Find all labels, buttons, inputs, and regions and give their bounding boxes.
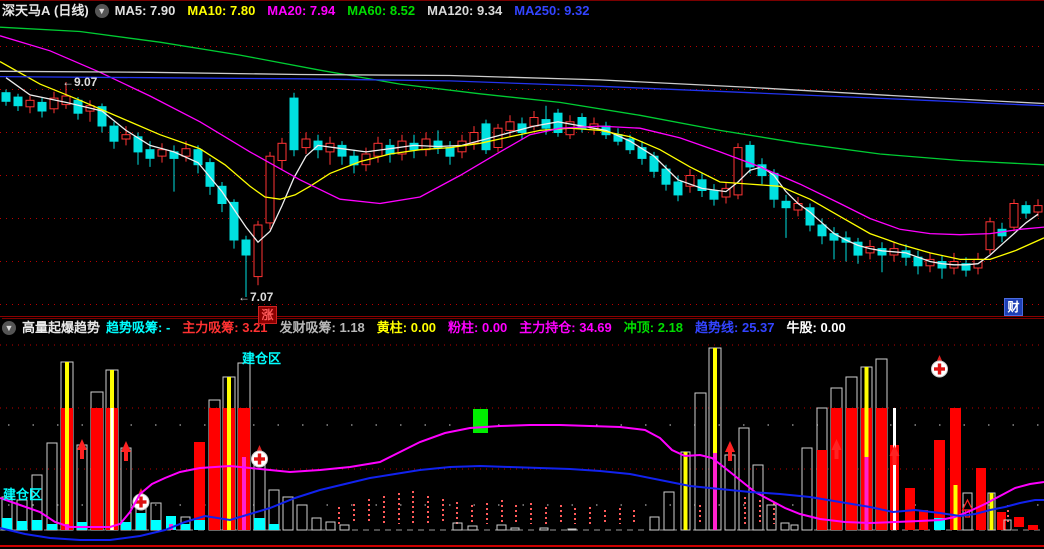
chevron-down-icon[interactable]: ▼	[2, 320, 16, 335]
indicator-field: 主力吸筹: 3.21	[182, 319, 268, 335]
price-label: ←7.07	[238, 290, 274, 304]
indicator-field: 主力持仓: 34.69	[519, 319, 612, 335]
indicator-field: 冲顶: 2.18	[623, 319, 684, 335]
indicator-legend: 趋势吸筹: - 主力吸筹: 3.21 发财吸筹: 1.18 黄柱: 0.00 粉柱: 0…	[106, 319, 858, 337]
indicator-field: 趋势线: 25.37	[695, 319, 775, 335]
indicator-field: 黄柱: 0.00	[376, 319, 437, 335]
indicator-header: ▼ 高量起爆趋势 趋势吸筹: - 主力吸筹: 3.21 发财吸筹: 1.18 黄柱: …	[2, 318, 1044, 336]
indicator-field: 牛股: 0.00	[786, 319, 846, 335]
rise-marker-badge: 涨	[258, 306, 277, 324]
indicator-field: 趋势吸筹: -	[106, 319, 171, 335]
trading-app-window: ←9.07 ←7.07 建仓区 建仓区 深天马А (日线) ▼ MA5: 7.90 M…	[0, 0, 1044, 549]
price-label: ←9.07	[62, 75, 98, 89]
indicator-field: 发财吸筹: 1.18	[279, 319, 365, 335]
indicator-title: 高量起爆趋势	[22, 319, 101, 335]
zone-label: 建仓区	[3, 487, 42, 502]
wealth-marker-badge: 财	[1004, 298, 1023, 316]
main-candlestick-chart[interactable]: ←9.07 ←7.07	[0, 0, 1044, 318]
zone-label: 建仓区	[242, 351, 281, 366]
indicator-panel-chart[interactable]: 建仓区建仓区	[0, 336, 1044, 549]
indicator-field: 粉柱: 0.00	[448, 319, 508, 335]
